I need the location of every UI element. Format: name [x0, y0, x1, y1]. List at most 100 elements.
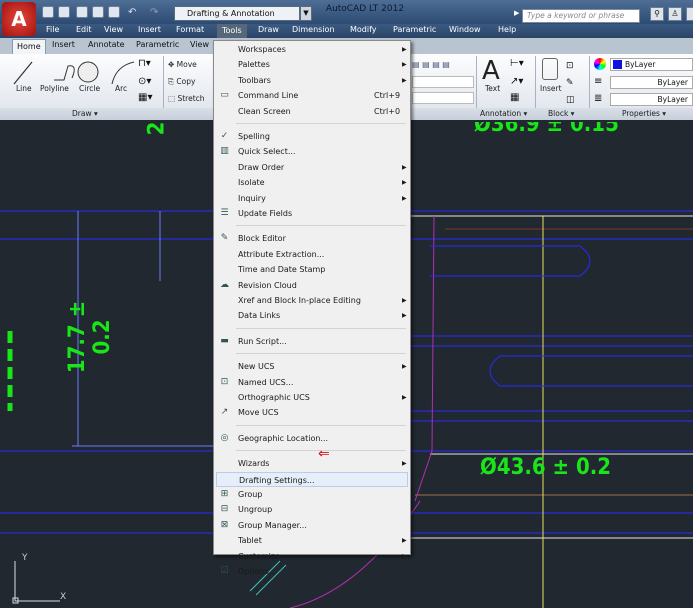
menu-item-quick-select[interactable]: ▥ Quick Select... [216, 144, 408, 159]
tab-view[interactable]: View [190, 40, 209, 49]
open-icon[interactable] [58, 6, 70, 18]
menu-item-spelling[interactable]: ✓ Spelling [216, 129, 408, 144]
stretch-tool[interactable]: ⬚ Stretch [168, 94, 205, 103]
menu-item-group-manager[interactable]: ⊠ Group Manager... [216, 518, 408, 533]
dimension-text-partial[interactable]: 2 [144, 122, 169, 136]
group-icon: ⊞ [220, 489, 229, 499]
redo-icon[interactable]: ↷ [150, 7, 158, 18]
insert-block-icon[interactable] [542, 58, 558, 80]
menu-item-draw-order[interactable]: Draw Order ▶ [216, 160, 408, 175]
more-icon[interactable] [686, 7, 693, 21]
panel-block[interactable]: Block ▾ [548, 109, 574, 118]
menu-parametric[interactable]: Parametric [393, 25, 436, 34]
search-expand-icon[interactable]: ▶ [514, 9, 519, 17]
search-input[interactable]: Type a keyword or phrase [522, 9, 640, 23]
layer-tool-icons[interactable]: ▤ ▤ ▤ ▤ [412, 60, 472, 72]
menu-view[interactable]: View [104, 25, 123, 34]
rectangle-icon[interactable]: ⊓▾ [138, 58, 151, 69]
menu-item-customize[interactable]: Customize ▶ [216, 549, 408, 564]
tab-annotate[interactable]: Annotate [88, 40, 125, 49]
menu-modify[interactable]: Modify [350, 25, 377, 34]
insert-tool[interactable]: Insert [540, 84, 562, 93]
polyline-tool[interactable]: Polyline [40, 84, 69, 93]
menu-item-clean-screen[interactable]: Clean Screen Ctrl+0 [216, 104, 408, 119]
panel-properties[interactable]: Properties ▾ [622, 109, 666, 118]
menu-item-options[interactable]: ☑ Options... [216, 564, 408, 579]
layer-dropdown-2[interactable] [412, 92, 474, 104]
text-tool[interactable]: Text [485, 84, 500, 93]
menu-item-isolate[interactable]: Isolate ▶ [216, 175, 408, 190]
menu-format[interactable]: Format [176, 25, 204, 34]
menu-item-new-ucs[interactable]: New UCS ▶ [216, 359, 408, 374]
menu-window[interactable]: Window [449, 25, 481, 34]
binoculars-icon[interactable]: ⚲ [650, 7, 664, 21]
chevron-down-icon[interactable]: ▼ [300, 6, 312, 21]
hatch-icon[interactable]: ⊙▾ [138, 76, 151, 87]
menu-tools[interactable]: Tools [217, 24, 247, 38]
menu-item-tablet[interactable]: Tablet ▶ [216, 533, 408, 548]
menu-item-label: Run Script... [238, 336, 287, 346]
menu-item-update-fields[interactable]: ☰ Update Fields [216, 206, 408, 221]
undo-icon[interactable]: ↶ [128, 7, 136, 18]
menu-item-toolbars[interactable]: Toolbars ▶ [216, 73, 408, 88]
color-wheel-icon[interactable] [594, 58, 606, 70]
text-tool-icon[interactable]: A [482, 56, 500, 86]
menu-item-workspaces[interactable]: Workspaces ▶ [216, 42, 408, 57]
circle-tool[interactable]: Circle [79, 84, 100, 93]
panel-annotation[interactable]: Annotation ▾ [480, 109, 527, 118]
menu-item-xref-and-block-in-place-editing[interactable]: Xref and Block In-place Editing ▶ [216, 293, 408, 308]
tab-parametric[interactable]: Parametric [136, 40, 179, 49]
tab-home[interactable]: Home [12, 39, 46, 54]
user-icon[interactable]: ♙ [668, 7, 682, 21]
menu-item-data-links[interactable]: Data Links ▶ [216, 308, 408, 323]
menu-item-revision-cloud[interactable]: ☁ Revision Cloud [216, 278, 408, 293]
menu-item-run-script[interactable]: ▬ Run Script... [216, 334, 408, 349]
table-icon[interactable]: ▦ [510, 92, 519, 103]
menu-item-group[interactable]: ⊞ Group [216, 487, 408, 502]
menu-item-block-editor[interactable]: ✎ Block Editor [216, 231, 408, 246]
menu-item-command-line[interactable]: ▭ Command Line Ctrl+9 [216, 88, 408, 103]
menu-insert[interactable]: Insert [138, 25, 161, 34]
menu-edit[interactable]: Edit [76, 25, 92, 34]
menu-item-wizards[interactable]: Wizards ▶ [216, 456, 408, 471]
layer-dropdown[interactable] [412, 76, 474, 88]
menu-item-named-ucs[interactable]: ⊡ Named UCS... [216, 375, 408, 390]
command-line-icon: ▭ [220, 90, 229, 101]
dimension-icon[interactable]: ⊢▾ [510, 58, 524, 69]
new-icon[interactable] [42, 6, 54, 18]
menu-item-ungroup[interactable]: ⊟ Ungroup [216, 502, 408, 517]
save-as-icon[interactable] [92, 6, 104, 18]
menu-item-palettes[interactable]: Palettes ▶ [216, 57, 408, 72]
leader-icon[interactable]: ↗▾ [510, 76, 523, 87]
lineweight-dropdown[interactable]: ByLayer [610, 93, 693, 106]
menu-item-drafting-settings[interactable]: Drafting Settings... [216, 471, 408, 487]
menu-draw[interactable]: Draw [258, 25, 279, 34]
tab-insert[interactable]: Insert [52, 40, 75, 49]
linetype-dropdown[interactable]: ByLayer [610, 76, 693, 89]
block-tool-icons[interactable]: ⊡ ✎ ◫ [566, 58, 575, 109]
menu-item-orthographic-ucs[interactable]: Orthographic UCS ▶ [216, 390, 408, 405]
menu-dimension[interactable]: Dimension [292, 25, 335, 34]
line-tool[interactable]: Line [16, 84, 32, 93]
save-icon[interactable] [76, 6, 88, 18]
copy-tool[interactable]: ⎘ Copy [168, 77, 195, 87]
move-tool[interactable]: ✥ Move [168, 60, 197, 69]
dimension-text-diameter[interactable]: Ø43.6 ± 0.2 [480, 455, 611, 480]
menu-item-geographic-location[interactable]: ◎ Geographic Location... [216, 431, 408, 446]
menu-file[interactable]: File [46, 25, 59, 34]
gradient-icon[interactable]: ▦▾ [138, 92, 152, 103]
menu-item-label: Block Editor [238, 234, 286, 244]
plot-icon[interactable] [108, 6, 120, 18]
menu-help[interactable]: Help [498, 25, 516, 34]
menu-item-time-and-date-stamp[interactable]: Time and Date Stamp [216, 262, 408, 277]
menu-separator [236, 327, 406, 329]
dimension-text-vertical[interactable]: 17.7 ± 0.2 [65, 287, 115, 387]
menu-item-move-ucs[interactable]: ↗ Move UCS [216, 405, 408, 420]
workspace-dropdown[interactable]: Drafting & Annotation [174, 6, 300, 21]
arc-tool[interactable]: Arc [115, 84, 127, 93]
color-dropdown[interactable]: ByLayer [610, 58, 693, 71]
panel-draw[interactable]: Draw ▾ [72, 109, 98, 118]
menu-item-inquiry[interactable]: Inquiry ▶ [216, 191, 408, 206]
application-menu-button[interactable]: A [2, 2, 36, 36]
menu-item-attribute-extraction[interactable]: Attribute Extraction... [216, 247, 408, 262]
